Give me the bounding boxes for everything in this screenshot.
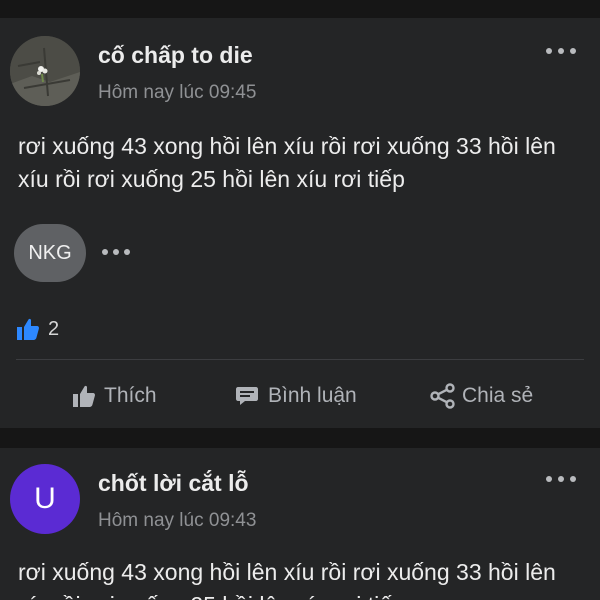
author-name[interactable]: cố chấp to die bbox=[98, 42, 253, 69]
comment-label: Bình luận bbox=[268, 384, 357, 407]
reaction-more-button[interactable] bbox=[102, 248, 130, 256]
post-card: U chốt lời cắt lỗ Hôm nay lúc 09:43 rơi … bbox=[0, 448, 600, 600]
post-text: rơi xuống 43 xong hồi lên xíu rồi rơi xu… bbox=[18, 559, 556, 600]
more-dots-icon bbox=[546, 476, 552, 482]
more-options-button[interactable] bbox=[546, 46, 576, 56]
share-button[interactable]: Chia sẻ bbox=[430, 374, 533, 418]
more-dots-icon bbox=[102, 249, 108, 255]
like-label: Thích bbox=[104, 384, 157, 407]
avatar-photo-image bbox=[10, 36, 80, 106]
post-text: rơi xuống 43 xong hồi lên xíu rồi rơi xu… bbox=[18, 133, 556, 192]
reaction-badge[interactable]: NKG bbox=[14, 224, 86, 282]
post-timestamp[interactable]: Hôm nay lúc 09:43 bbox=[98, 510, 256, 532]
more-options-button[interactable] bbox=[546, 474, 576, 484]
post-card: cố chấp to die Hôm nay lúc 09:45 rơi xuố… bbox=[0, 18, 600, 428]
more-dots-icon bbox=[546, 48, 552, 54]
author-avatar[interactable]: U bbox=[10, 464, 80, 534]
post-timestamp[interactable]: Hôm nay lúc 09:45 bbox=[98, 82, 256, 104]
thumbs-up-icon bbox=[17, 318, 39, 340]
share-icon bbox=[430, 383, 455, 409]
comment-icon bbox=[236, 387, 258, 405]
post-actions: Thích Bình luận Chia sẻ bbox=[0, 374, 600, 418]
comment-button[interactable]: Bình luận bbox=[236, 374, 357, 418]
author-name[interactable]: chốt lời cắt lỗ bbox=[98, 470, 249, 497]
author-avatar[interactable] bbox=[10, 36, 80, 106]
thumbs-up-outline-icon bbox=[73, 385, 95, 407]
divider bbox=[16, 359, 584, 360]
like-button[interactable]: Thích bbox=[72, 374, 157, 418]
like-summary[interactable]: 2 bbox=[16, 316, 59, 342]
like-count: 2 bbox=[48, 317, 60, 340]
news-feed: cố chấp to die Hôm nay lúc 09:45 rơi xuố… bbox=[0, 0, 600, 600]
share-label: Chia sẻ bbox=[462, 384, 534, 407]
